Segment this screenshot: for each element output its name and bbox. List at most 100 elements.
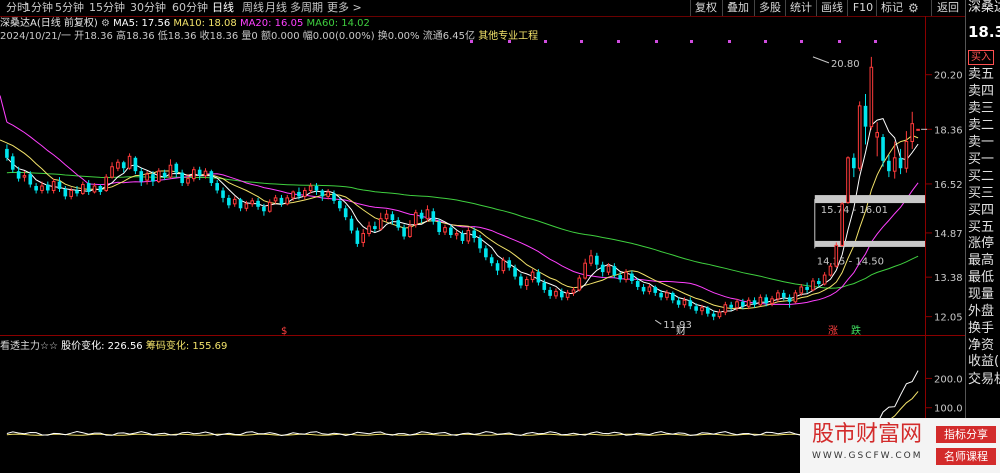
candle-body: [22, 175, 27, 178]
candle-body: [192, 169, 196, 180]
candle-42: [250, 197, 255, 207]
candle-21: [127, 153, 132, 170]
peak-pointer: [812, 56, 830, 64]
candle-body: [63, 188, 68, 197]
candle-140: [822, 272, 827, 286]
other-project-link[interactable]: 其他专业工程: [478, 31, 538, 42]
sub-value-a: 股价变化: 226.56: [61, 341, 143, 352]
candle-body: [408, 225, 412, 237]
ma10-label: MA10: 18.08: [173, 18, 237, 29]
candle-body: [168, 164, 173, 178]
candle-body: [16, 171, 21, 179]
mark-cai: 财: [676, 324, 686, 337]
price-tick-label-5: 12.05: [934, 313, 963, 324]
candle-73: [431, 208, 436, 225]
watermark-tag-share: 指标分享: [936, 426, 996, 443]
candle-134: [787, 294, 792, 308]
candle-body: [618, 275, 623, 280]
candle-7: [45, 181, 50, 194]
quote-row-18: 交易机: [968, 372, 1000, 387]
settings-icon[interactable]: ⚙: [101, 18, 110, 29]
stock-subtitle: (日线 前复权): [36, 18, 98, 29]
candle-58: [343, 205, 348, 221]
candle-17: [104, 174, 109, 192]
candle-147: [863, 93, 868, 145]
candle-body: [764, 297, 769, 304]
candle-149: [875, 122, 880, 157]
header-dot-7: [728, 40, 731, 43]
candle-body: [612, 266, 617, 276]
candle-84: [495, 260, 500, 276]
candle-body: [338, 200, 342, 209]
candle-22: [133, 156, 138, 175]
candle-98: [577, 275, 582, 292]
candle-body: [916, 128, 920, 131]
candle-body: [577, 277, 582, 291]
candle-114: [670, 291, 675, 304]
watermark: 股市财富网 WWW.GSCFW.COM 指标分享 名师课程: [800, 418, 1000, 473]
candle-body: [881, 137, 885, 161]
candle-115: [676, 297, 681, 308]
candle-body: [670, 292, 675, 301]
candle-143: [840, 202, 844, 247]
header-dot-9: [800, 40, 803, 43]
buy-button[interactable]: 买入: [968, 50, 994, 65]
candle-body: [735, 301, 739, 309]
mark-die: 跌: [851, 324, 861, 337]
candle-body: [308, 185, 313, 191]
candle-body: [589, 255, 593, 264]
candle-body: [892, 157, 897, 172]
candle-4: [28, 171, 33, 188]
candle-113: [665, 289, 669, 301]
candle-64: [378, 212, 383, 231]
candle-77: [454, 230, 459, 240]
candle-body: [571, 289, 576, 294]
quote-price: 18.3: [968, 23, 1000, 41]
candle-9: [57, 177, 62, 192]
candle-body: [688, 300, 693, 307]
candle-body: [355, 230, 360, 244]
candle-28: [168, 159, 173, 179]
header-dot-6: [690, 40, 693, 43]
candle-124: [729, 301, 733, 311]
candle-body: [92, 185, 97, 193]
candle-body: [98, 186, 103, 192]
candle-47: [279, 194, 284, 207]
candlestick-chart[interactable]: 20.20 18.36 16.52 14.87 13.38 12.05 200.0 100.0…: [0, 0, 965, 473]
ma20-label: MA20: 16.05: [239, 18, 304, 29]
candle-body: [665, 292, 669, 298]
candle-1: [10, 153, 15, 173]
candle-body: [647, 286, 652, 292]
candle-body: [86, 183, 91, 192]
quote-row-9: 买五: [968, 220, 995, 235]
watermark-url: WWW.GSCFW.COM: [812, 451, 923, 461]
quote-row-4: 卖一: [968, 135, 995, 150]
candle-88: [519, 273, 523, 289]
quote-row-3: 卖二: [968, 118, 995, 133]
candle-45: [267, 199, 272, 213]
ma20-lead: [0, 95, 8, 123]
candle-32: [192, 166, 196, 182]
candle-65: [384, 209, 389, 222]
candle-body: [349, 218, 354, 231]
candle-body: [682, 299, 687, 306]
price-tick-label-4: 13.38: [934, 273, 963, 284]
candle-body: [811, 280, 815, 291]
zone-label-upper: 15.74 - 16.01: [821, 205, 888, 216]
header-dot-2: [544, 40, 547, 43]
quote-row-5: 买一: [968, 152, 995, 167]
sub-indicator-name[interactable]: 看透主力☆☆: [0, 341, 58, 352]
candle-110: [647, 283, 652, 295]
candle-body: [197, 169, 202, 176]
candle-body: [822, 274, 827, 285]
candle-121: [711, 310, 716, 321]
candle-body: [741, 301, 745, 307]
candle-8: [51, 178, 56, 194]
quote-row-2: 卖三: [968, 101, 995, 116]
candle-5: [34, 183, 38, 194]
candle-body: [524, 279, 529, 286]
candle-body: [863, 105, 868, 127]
candle-146: [857, 101, 862, 172]
candle-body: [121, 162, 126, 169]
candle-36: [215, 180, 219, 194]
